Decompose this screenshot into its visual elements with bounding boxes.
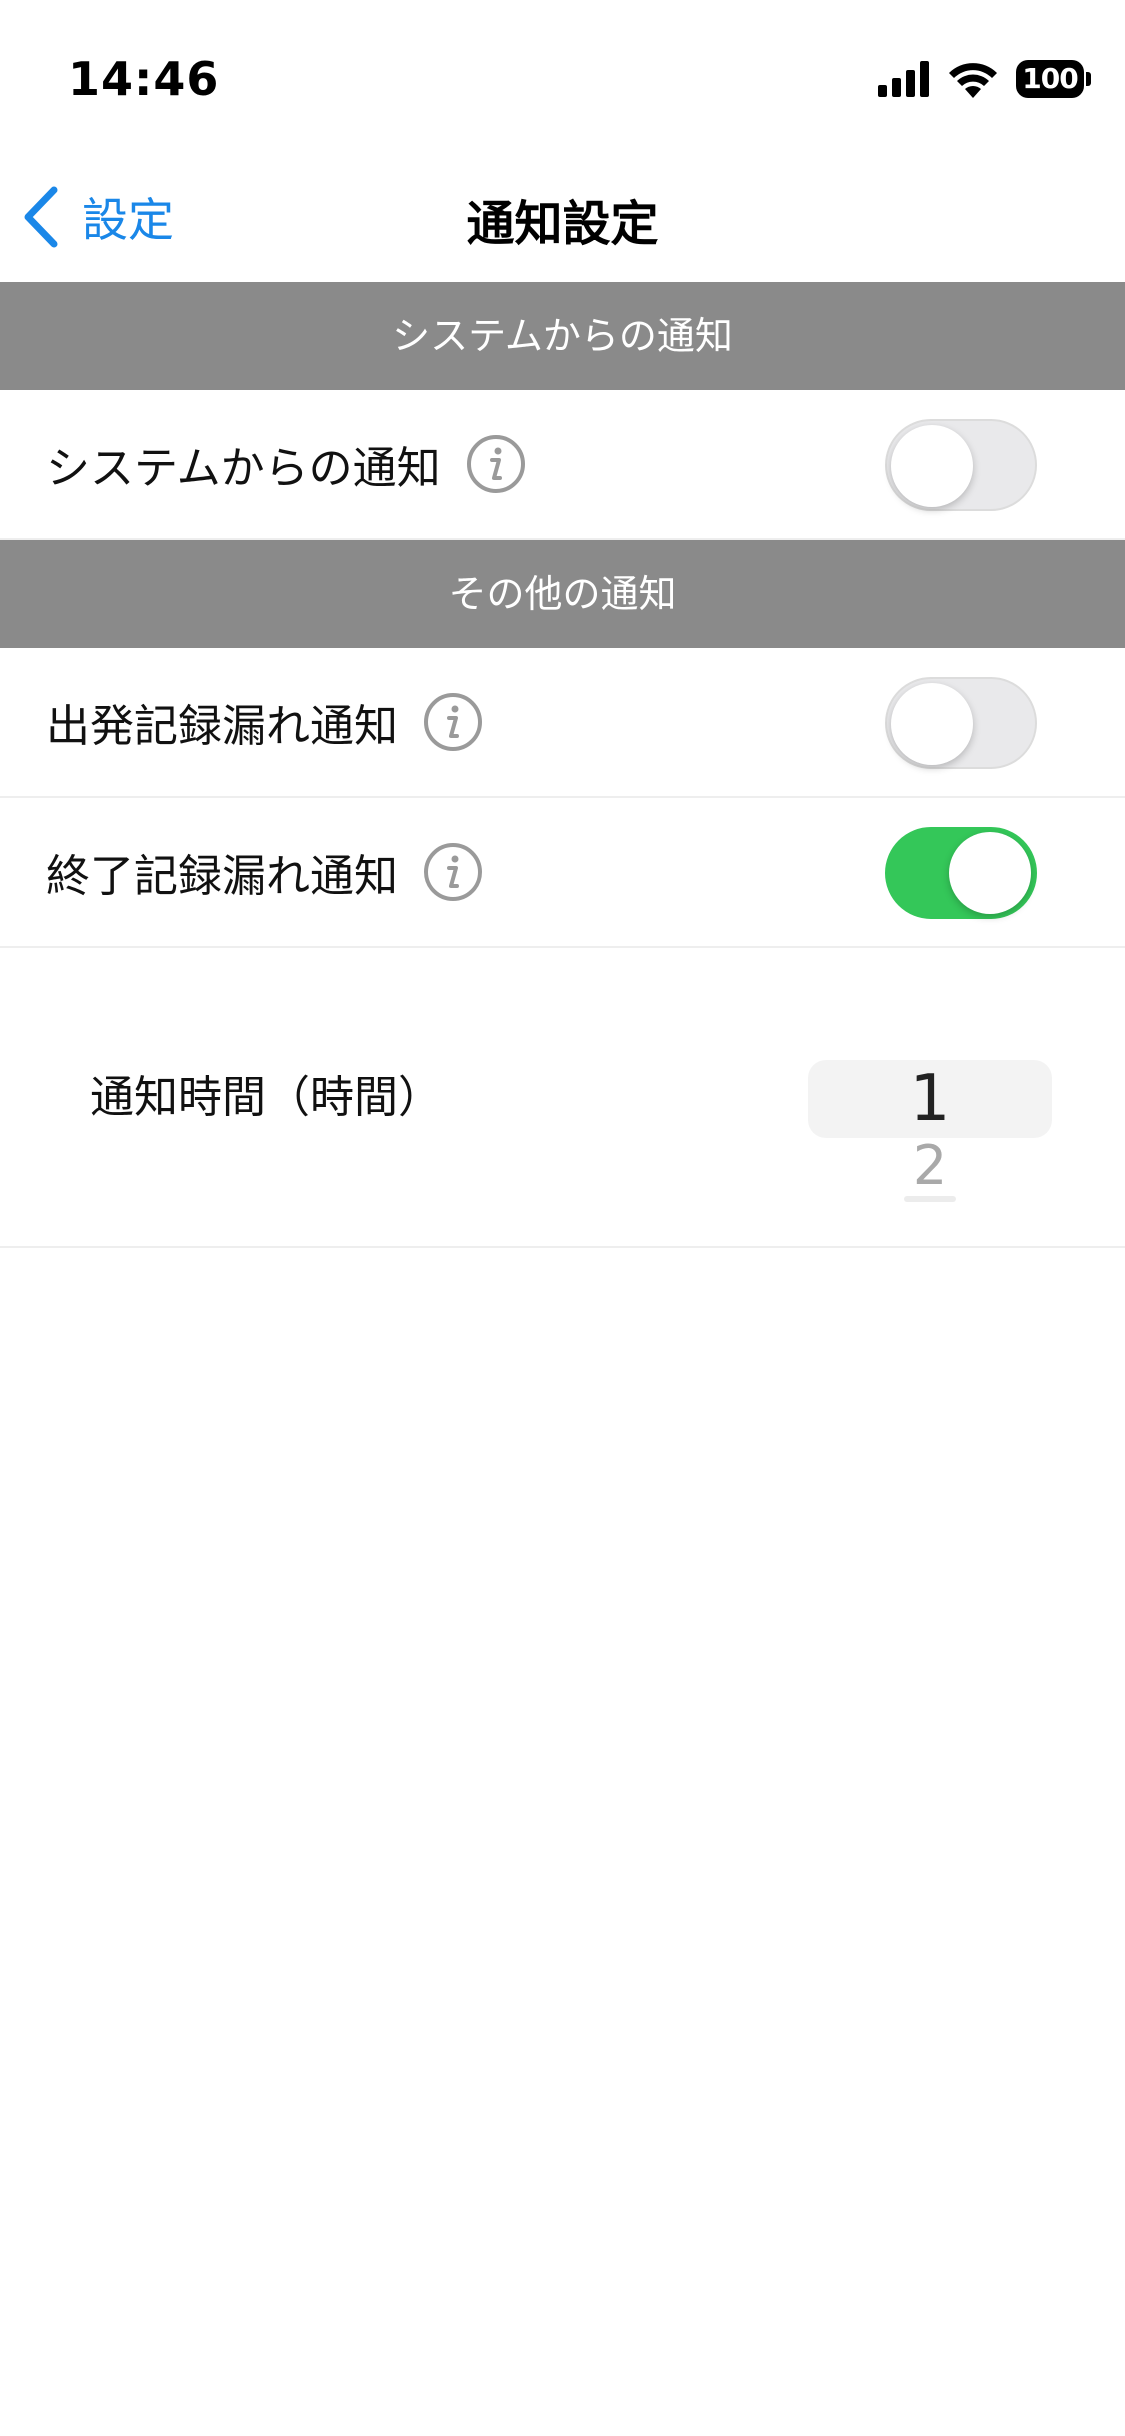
row-departure-missing-notification: 出発記録漏れ通知 bbox=[0, 648, 1125, 798]
status-bar: 14:46 100 bbox=[0, 0, 1125, 150]
battery-level: 100 bbox=[1016, 60, 1084, 98]
notification-time-row: 通知時間（時間） 1 2 bbox=[0, 948, 1125, 1248]
page-title: 通知設定 bbox=[466, 196, 659, 252]
row-label-container: システムからの通知 bbox=[46, 390, 527, 538]
status-time: 14:46 bbox=[68, 52, 220, 106]
row-label: 終了記録漏れ通知 bbox=[46, 851, 398, 902]
info-icon[interactable] bbox=[465, 433, 527, 495]
status-icons: 100 bbox=[878, 60, 1091, 98]
section-header-other: その他の通知 bbox=[0, 540, 1125, 648]
departure-missing-toggle[interactable] bbox=[885, 677, 1037, 769]
battery-tip bbox=[1086, 72, 1091, 86]
info-icon[interactable] bbox=[422, 691, 484, 753]
system-notification-toggle[interactable] bbox=[885, 419, 1037, 511]
toggle-knob bbox=[891, 425, 973, 507]
toggle-knob bbox=[949, 832, 1031, 914]
row-system-notification: システムからの通知 bbox=[0, 390, 1125, 540]
row-label-container: 終了記録漏れ通知 bbox=[46, 798, 484, 946]
picker-selected-value: 1 bbox=[909, 1062, 951, 1136]
signal-icon bbox=[878, 61, 929, 97]
row-label: システムからの通知 bbox=[46, 443, 441, 494]
info-icon[interactable] bbox=[422, 841, 484, 903]
notification-time-label: 通知時間（時間） bbox=[90, 1072, 442, 1123]
nav-bar: 設定 通知設定 bbox=[0, 150, 1125, 282]
notification-time-picker[interactable]: 1 2 bbox=[808, 1060, 1052, 1240]
picker-next-value: 2 bbox=[912, 1134, 948, 1197]
section-header-system: システムからの通知 bbox=[0, 282, 1125, 390]
wifi-icon bbox=[949, 63, 997, 98]
row-label-container: 出発記録漏れ通知 bbox=[46, 648, 484, 796]
battery-icon: 100 bbox=[1016, 60, 1091, 98]
row-end-missing-notification: 終了記録漏れ通知 bbox=[0, 798, 1125, 948]
picker-fade-indicator bbox=[904, 1196, 956, 1202]
toggle-knob bbox=[891, 683, 973, 765]
end-missing-toggle[interactable] bbox=[885, 827, 1037, 919]
row-label: 出発記録漏れ通知 bbox=[46, 701, 398, 752]
